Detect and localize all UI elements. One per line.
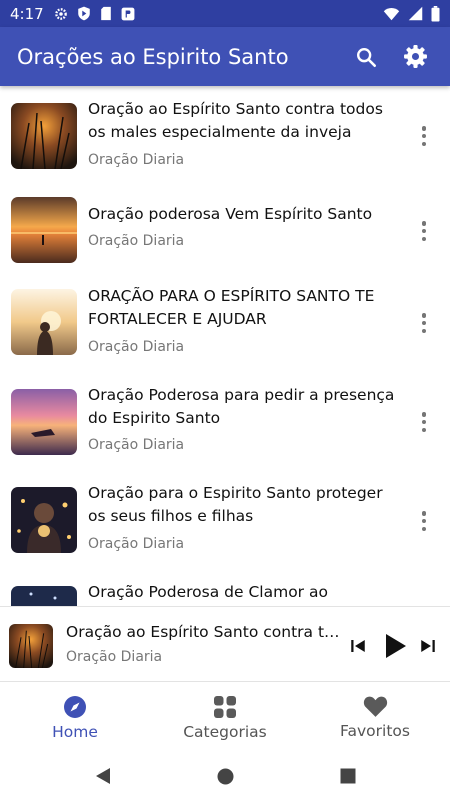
app-notification-icon — [121, 7, 135, 20]
play-icon — [386, 634, 406, 658]
list-item[interactable]: Oração Poderosa para pedir a presença do… — [0, 377, 450, 476]
skip-next-icon — [421, 640, 435, 652]
now-playing-category: Oração Diaria — [66, 649, 163, 665]
list-item[interactable]: Oração poderosa Vem Espírito Santo Oraçã… — [0, 186, 450, 278]
nav-favoritos[interactable]: Favoritos — [300, 682, 450, 752]
bottom-navigation: Home Categorias Favoritos — [0, 682, 450, 752]
battery-icon — [431, 5, 440, 22]
prayer-thumbnail — [11, 487, 77, 553]
more-options-button[interactable] — [414, 508, 434, 534]
nav-home[interactable]: Home — [0, 682, 150, 752]
signal-icon — [408, 6, 423, 21]
more-options-button[interactable] — [414, 310, 434, 336]
back-icon[interactable] — [95, 767, 111, 785]
status-time: 4:17 — [10, 4, 44, 23]
more-options-button[interactable] — [414, 409, 434, 435]
prayer-title: Oração Poderosa para pedir a presença do… — [88, 386, 395, 427]
prayer-thumbnail — [11, 389, 77, 455]
status-bar: 4:17 — [0, 0, 450, 27]
nav-categorias[interactable]: Categorias — [150, 682, 300, 752]
nav-label: Favoritos — [340, 722, 410, 740]
more-options-button[interactable] — [414, 218, 434, 244]
search-button[interactable] — [348, 39, 384, 75]
next-button[interactable] — [415, 633, 441, 659]
compass-icon — [64, 696, 86, 718]
prayer-thumbnail — [11, 289, 77, 355]
now-playing-thumbnail — [9, 624, 53, 668]
sd-card-icon — [100, 6, 111, 21]
prayer-thumbnail — [11, 103, 77, 169]
home-circle-icon[interactable] — [217, 768, 234, 785]
recents-icon[interactable] — [340, 768, 356, 784]
mini-player[interactable]: Oração ao Espírito Santo contra todos os… — [0, 606, 450, 682]
app-bar: Orações ao Espirito Santo — [0, 27, 450, 86]
settings-status-icon — [54, 7, 67, 20]
prayer-category: Oração Diaria — [88, 152, 185, 168]
previous-button[interactable] — [345, 633, 371, 659]
prayer-category: Oração Diaria — [88, 536, 185, 552]
nav-label: Home — [52, 723, 98, 741]
prayer-title: ORAÇÃO PARA O ESPÍRITO SANTO TE FORTALEC… — [88, 287, 375, 328]
prayer-list[interactable]: Oração ao Espírito Santo contra todos os… — [0, 86, 450, 606]
nav-label: Categorias — [183, 723, 267, 741]
gear-icon — [403, 45, 427, 68]
list-item[interactable]: Oração ao Espírito Santo contra todos os… — [0, 86, 450, 186]
prayer-category: Oração Diaria — [88, 437, 185, 453]
list-item[interactable]: Oração para o Espirito Santo proteger os… — [0, 476, 450, 576]
shield-play-icon — [77, 6, 90, 21]
prayer-title: Oração para o Espirito Santo proteger os… — [88, 484, 383, 525]
prayer-category: Oração Diaria — [88, 339, 185, 355]
prayer-title: Oração ao Espírito Santo contra todos os… — [88, 100, 383, 141]
wifi-icon — [383, 7, 400, 20]
prayer-title: Oração Poderosa de Clamor ao — [88, 583, 328, 601]
list-item[interactable]: ORAÇÃO PARA O ESPÍRITO SANTO TE FORTALEC… — [0, 278, 450, 377]
skip-previous-icon — [351, 640, 365, 652]
more-options-button[interactable] — [414, 123, 434, 149]
list-item[interactable]: Oração Poderosa de Clamor ao — [0, 576, 450, 606]
settings-button[interactable] — [397, 39, 433, 75]
system-navigation-bar — [0, 752, 450, 800]
prayer-category: Oração Diaria — [88, 233, 185, 249]
app-title: Orações ao Espirito Santo — [17, 44, 289, 69]
heart-icon — [363, 696, 387, 717]
prayer-title: Oração poderosa Vem Espírito Santo — [88, 205, 373, 223]
prayer-thumbnail — [11, 197, 77, 263]
grid-icon — [214, 696, 236, 718]
now-playing-title: Oração ao Espírito Santo contra todos os… — [66, 623, 344, 641]
search-icon — [357, 47, 376, 67]
play-button[interactable] — [381, 632, 409, 660]
prayer-thumbnail — [11, 586, 77, 606]
